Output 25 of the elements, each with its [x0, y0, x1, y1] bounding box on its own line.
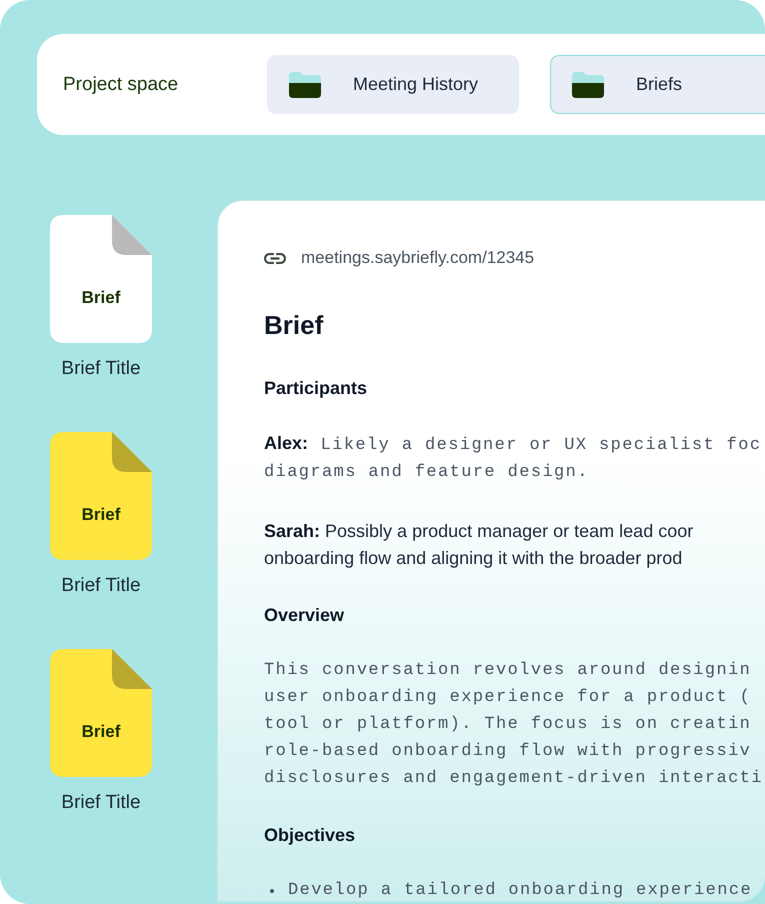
section-heading: Participants [264, 377, 368, 400]
document-icon[interactable] [50, 432, 152, 560]
section-heading: Objectives [264, 824, 356, 847]
folder-tab[interactable]: Briefs [550, 55, 765, 114]
paragraph-text: Sarah: Possibly a product manager or team lead coor onboarding flow and aligning it with the broader prod [264, 520, 694, 570]
project-space-label: Project space [63, 74, 178, 96]
document-title: Brief [264, 309, 324, 341]
brief-title[interactable]: Brief Title [61, 574, 141, 598]
meeting-link[interactable]: meetings.saybriefly.com/12345 [301, 248, 534, 268]
document-type-label: Brief [82, 504, 120, 526]
paragraph-text: Alex: Likely a designer or UX specialist foc diagrams and feature design. [264, 432, 762, 484]
document-type-label: Brief [82, 287, 120, 309]
paragraph-text: This conversation revolves around designin user onboarding experience for a product ( tool or platform). The focus is on creatin role-based onboarding flow with progressiv disclosures and engagement-driven interacti [264, 660, 764, 790]
list-item-text: Develop a tailored onboarding experience [288, 880, 752, 901]
section-heading: Overview [264, 604, 346, 627]
document-type-label: Brief [82, 721, 120, 743]
folder-tab[interactable]: Meeting History [267, 55, 519, 114]
document-icon[interactable] [50, 215, 152, 343]
folder-icon [289, 72, 321, 98]
folder-icon [572, 72, 604, 98]
brief-title[interactable]: Brief Title [61, 791, 141, 815]
document-icon[interactable] [50, 649, 152, 777]
link-icon [264, 252, 286, 264]
bullet-icon [270, 888, 274, 892]
brief-title[interactable]: Brief Title [61, 357, 141, 381]
